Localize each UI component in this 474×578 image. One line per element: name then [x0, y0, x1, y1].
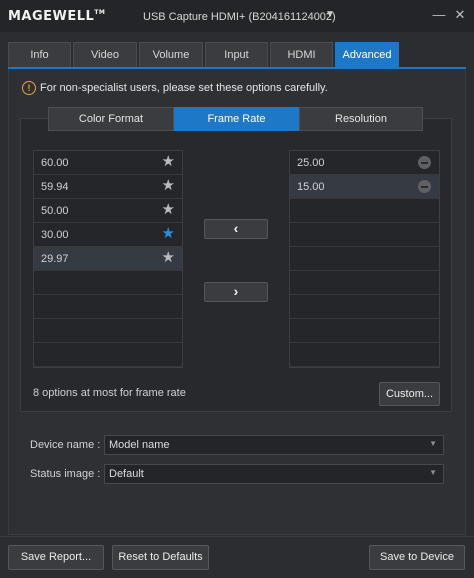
- title-bar: MAGEWELLTM USB Capture HDMI+ (B204161124…: [0, 0, 474, 32]
- reset-defaults-button[interactable]: Reset to Defaults: [112, 545, 209, 570]
- empty-row: [290, 295, 439, 319]
- frame-rate-label: 25.00: [297, 157, 325, 169]
- status-image-dropdown[interactable]: Default ▼: [104, 464, 444, 484]
- device-name-dropdown[interactable]: Model name ▼: [104, 435, 444, 455]
- tab-info[interactable]: Info: [8, 42, 71, 68]
- tab-video[interactable]: Video: [73, 42, 137, 68]
- segment-resolution[interactable]: Resolution: [299, 107, 423, 131]
- empty-row: [290, 343, 439, 367]
- remove-icon[interactable]: [418, 180, 431, 193]
- star-icon[interactable]: ★: [162, 250, 175, 266]
- star-filled-icon[interactable]: ★: [162, 226, 175, 242]
- magewell-logo: MAGEWELLTM: [8, 9, 106, 24]
- frame-rate-label: 50.00: [41, 205, 69, 217]
- available-frame-rate-list[interactable]: 60.00 ★ 59.94 ★ 50.00 ★ 30.00 ★ 29.97 ★: [33, 150, 183, 368]
- chevron-down-icon: ▼: [429, 468, 437, 477]
- footer-divider: [0, 536, 474, 537]
- status-image-value: Default: [109, 468, 144, 480]
- segment-color-format[interactable]: Color Format: [48, 107, 174, 131]
- move-left-button[interactable]: ‹: [204, 219, 268, 239]
- tab-hdmi[interactable]: HDMI: [270, 42, 333, 68]
- list-item[interactable]: 25.00: [290, 151, 439, 175]
- device-name-label: Device name :: [30, 439, 101, 451]
- device-dropdown-icon[interactable]: ▼: [325, 9, 335, 20]
- move-right-button[interactable]: ›: [204, 282, 268, 302]
- empty-row: [290, 319, 439, 343]
- device-selector-label[interactable]: USB Capture HDMI+ (B204161124002): [143, 11, 336, 23]
- frame-rate-label: 59.94: [41, 181, 69, 193]
- segment-frame-rate[interactable]: Frame Rate: [174, 107, 299, 131]
- star-icon[interactable]: ★: [162, 154, 175, 170]
- list-item[interactable]: 59.94 ★: [34, 175, 182, 199]
- frame-rate-label: 29.97: [41, 253, 69, 265]
- tab-input[interactable]: Input: [205, 42, 268, 68]
- frame-rate-label: 30.00: [41, 229, 69, 241]
- custom-button[interactable]: Custom...: [379, 382, 440, 406]
- tab-advanced[interactable]: Advanced: [335, 42, 399, 68]
- remove-icon[interactable]: [418, 156, 431, 169]
- empty-row: [290, 199, 439, 223]
- frame-rate-label: 15.00: [297, 181, 325, 193]
- empty-row: [34, 319, 182, 343]
- star-icon[interactable]: ★: [162, 202, 175, 218]
- star-icon[interactable]: ★: [162, 178, 175, 194]
- status-image-label: Status image :: [30, 468, 101, 480]
- max-options-note: 8 options at most for frame rate: [33, 387, 186, 399]
- selected-frame-rate-list[interactable]: 25.00 15.00: [289, 150, 440, 368]
- warning-text: For non-specialist users, please set the…: [40, 82, 328, 94]
- empty-row: [34, 343, 182, 367]
- device-name-value: Model name: [109, 439, 170, 451]
- tab-volume[interactable]: Volume: [139, 42, 203, 68]
- empty-row: [290, 223, 439, 247]
- close-icon[interactable]: ✕: [449, 4, 471, 26]
- save-to-device-button[interactable]: Save to Device: [369, 545, 465, 570]
- empty-row: [290, 247, 439, 271]
- frame-rate-label: 60.00: [41, 157, 69, 169]
- list-item[interactable]: 50.00 ★: [34, 199, 182, 223]
- list-item-selected[interactable]: 15.00: [290, 175, 439, 199]
- list-item-selected[interactable]: 29.97 ★: [34, 247, 182, 271]
- list-item[interactable]: 60.00 ★: [34, 151, 182, 175]
- empty-row: [290, 271, 439, 295]
- warning-icon: !: [22, 81, 36, 95]
- empty-row: [34, 295, 182, 319]
- chevron-down-icon: ▼: [429, 439, 437, 448]
- save-report-button[interactable]: Save Report...: [8, 545, 104, 570]
- empty-row: [34, 271, 182, 295]
- list-item[interactable]: 30.00 ★: [34, 223, 182, 247]
- minimize-icon[interactable]: —: [428, 4, 450, 26]
